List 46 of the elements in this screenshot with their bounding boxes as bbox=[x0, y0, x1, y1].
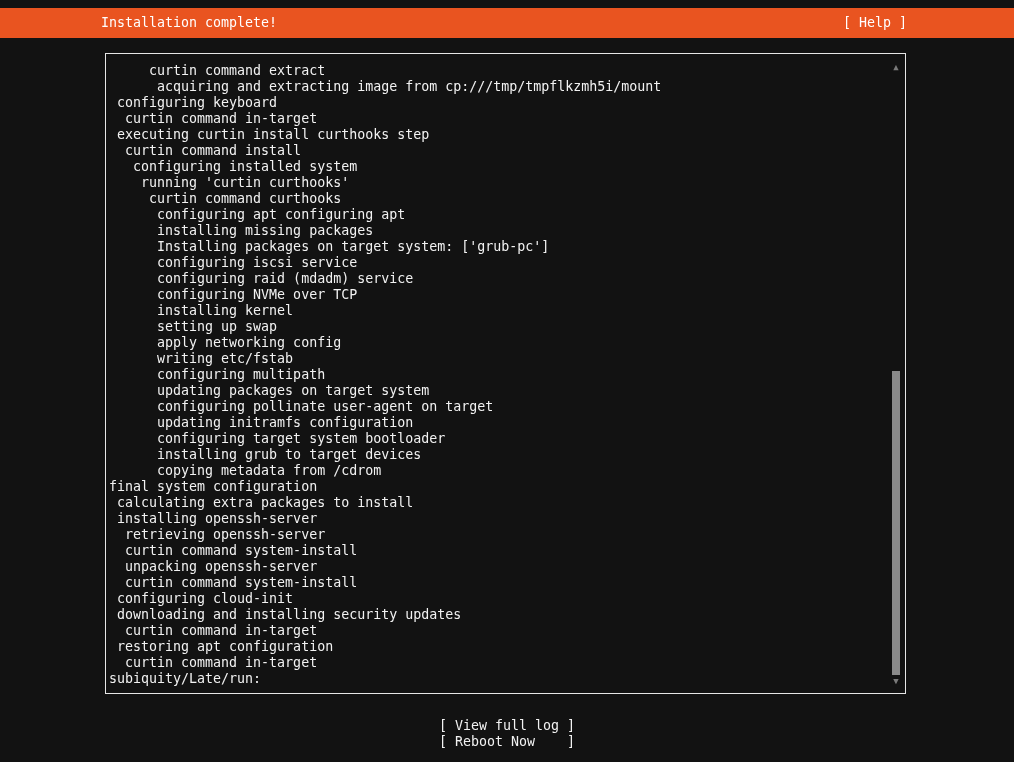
window-title: Installation complete! bbox=[101, 15, 278, 31]
log-line: installing kernel bbox=[156, 303, 294, 319]
scrollbar-thumb[interactable] bbox=[892, 371, 900, 675]
log-line: writing etc/fstab bbox=[156, 351, 294, 367]
log-line: setting up swap bbox=[156, 319, 278, 335]
log-line: acquiring and extracting image from cp:///tmp/tmpflkzmh5i/mount bbox=[156, 79, 662, 95]
log-line: curtin command install bbox=[124, 143, 302, 159]
log-line: installing grub to target devices bbox=[156, 447, 422, 463]
log-line: configuring raid (mdadm) service bbox=[156, 271, 414, 287]
log-line: configuring cloud-init bbox=[116, 591, 294, 607]
help-button[interactable]: [ Help ] bbox=[842, 15, 907, 31]
log-line: curtin command in-target bbox=[124, 655, 318, 671]
log-line: apply networking config bbox=[156, 335, 342, 351]
log-line: curtin command curthooks bbox=[148, 191, 342, 207]
log-line: configuring installed system bbox=[132, 159, 358, 175]
log-line: final system configuration bbox=[109, 479, 318, 495]
log-line: configuring target system bootloader bbox=[156, 431, 446, 447]
log-line: configuring iscsi service bbox=[156, 255, 358, 271]
log-line: restoring apt configuration bbox=[116, 639, 334, 655]
scroll-down-arrow[interactable]: ▼ bbox=[893, 675, 899, 687]
log-line: configuring pollinate user-agent on target bbox=[156, 399, 494, 415]
log-line: running 'curtin curthooks' bbox=[140, 175, 350, 191]
log-line: subiquity/Late/run: bbox=[109, 671, 262, 687]
log-line: updating packages on target system bbox=[156, 383, 430, 399]
log-line: unpacking openssh-server bbox=[124, 559, 318, 575]
log-line: curtin command extract bbox=[148, 63, 326, 79]
menu-button[interactable]: [ Reboot Now ] bbox=[438, 734, 576, 750]
log-line: executing curtin install curthooks step bbox=[116, 127, 430, 143]
log-line: configuring multipath bbox=[156, 367, 326, 383]
log-line: curtin command system-install bbox=[124, 543, 358, 559]
log-line: Installing packages on target system: ['grub-pc'] bbox=[156, 239, 550, 255]
log-line: calculating extra packages to install bbox=[116, 495, 414, 511]
log-line: installing missing packages bbox=[156, 223, 374, 239]
log-line: curtin command in-target bbox=[124, 111, 318, 127]
log-line: curtin command system-install bbox=[124, 575, 358, 591]
log-line: installing openssh-server bbox=[116, 511, 318, 527]
log-line: downloading and installing security updates bbox=[116, 607, 462, 623]
log-line: configuring keyboard bbox=[116, 95, 278, 111]
log-line: configuring NVMe over TCP bbox=[156, 287, 358, 303]
log-line: curtin command in-target bbox=[124, 623, 318, 639]
log-line: configuring apt configuring apt bbox=[156, 207, 406, 223]
menu-button[interactable]: [ View full log ] bbox=[438, 718, 576, 734]
log-line: updating initramfs configuration bbox=[156, 415, 414, 431]
scroll-up-arrow[interactable]: ▲ bbox=[893, 61, 899, 73]
log-line: retrieving openssh-server bbox=[124, 527, 326, 543]
log-line: copying metadata from /cdrom bbox=[156, 463, 382, 479]
